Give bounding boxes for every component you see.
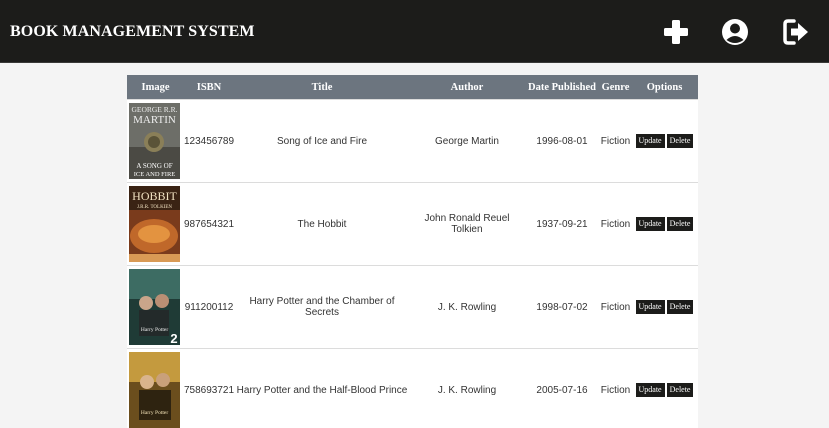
author-cell: J. K. Rowling — [410, 348, 524, 428]
cover-title-text: ICE AND FIRE — [134, 171, 176, 178]
table-row: GEORGE R.R. MARTIN A SONG OF ICE AND FIR… — [127, 99, 698, 183]
plus-icon[interactable] — [661, 17, 691, 47]
genre-cell: Fiction — [600, 182, 631, 266]
cover-author-text: GEORGE R.R. — [131, 105, 177, 114]
update-button[interactable]: Update — [635, 383, 665, 397]
column-header-author: Author — [410, 75, 524, 100]
app-title: BOOK MANAGEMENT SYSTEM — [10, 23, 255, 40]
delete-button[interactable]: Delete — [666, 300, 694, 314]
column-header-image: Image — [127, 75, 184, 100]
options-cell: Update Delete — [631, 182, 698, 266]
delete-button[interactable]: Delete — [666, 134, 694, 148]
title-cell: The Hobbit — [234, 182, 410, 266]
hobbit-cover: HOBBIT J.R.R. TOLKIEN — [129, 186, 180, 262]
date-published-cell: 1996-08-01 — [524, 99, 600, 183]
image-cell: GEORGE R.R. MARTIN A SONG OF ICE AND FIR… — [127, 99, 184, 183]
author-cell: J. K. Rowling — [410, 265, 524, 349]
genre-cell: Fiction — [600, 265, 631, 349]
cover-title-text: A SONG OF — [136, 162, 172, 170]
svg-text:2: 2 — [170, 331, 177, 345]
column-header-genre: Genre — [600, 75, 631, 100]
genre-cell: Fiction — [600, 348, 631, 428]
title-cell: Harry Potter and the Chamber of Secrets — [234, 265, 410, 349]
cover-author-text: J.R.R. TOLKIEN — [137, 205, 172, 210]
update-button[interactable]: Update — [635, 300, 665, 314]
image-cell: Harry Potter 2 — [127, 265, 184, 349]
update-button[interactable]: Update — [635, 134, 665, 148]
author-cell: George Martin — [410, 99, 524, 183]
cover-title-text: HOBBIT — [132, 189, 177, 203]
half-blood-prince-cover: Harry Potter — [129, 352, 180, 428]
logout-icon[interactable] — [781, 17, 811, 47]
date-published-cell: 1998-07-02 — [524, 265, 600, 349]
song-of-ice-and-fire-cover: GEORGE R.R. MARTIN A SONG OF ICE AND FIR… — [129, 103, 180, 179]
date-published-cell: 2005-07-16 — [524, 348, 600, 428]
genre-cell: Fiction — [600, 99, 631, 183]
column-header-date-published: Date Published — [524, 75, 600, 100]
cover-title-text: Harry Potter — [141, 410, 169, 416]
author-cell: John Ronald Reuel Tolkien — [410, 182, 524, 266]
options-cell: Update Delete — [631, 348, 698, 428]
update-button[interactable]: Update — [635, 217, 665, 231]
top-navbar: BOOK MANAGEMENT SYSTEM — [0, 0, 829, 63]
delete-button[interactable]: Delete — [666, 217, 694, 231]
isbn-cell: 911200112 — [184, 265, 234, 349]
image-cell: HOBBIT J.R.R. TOLKIEN — [127, 182, 184, 266]
cover-author-text: MARTIN — [133, 114, 176, 126]
title-cell: Harry Potter and the Half-Blood Prince — [234, 348, 410, 428]
column-header-isbn: ISBN — [184, 75, 234, 100]
isbn-cell: 123456789 — [184, 99, 234, 183]
options-cell: Update Delete — [631, 99, 698, 183]
table-row: HOBBIT J.R.R. TOLKIEN 987654321 The Hobb… — [127, 182, 698, 266]
column-header-title: Title — [234, 75, 410, 100]
table-row: Harry Potter 758693721 Harry Potter and … — [127, 348, 698, 428]
options-cell: Update Delete — [631, 265, 698, 349]
isbn-cell: 758693721 — [184, 348, 234, 428]
user-icon[interactable] — [720, 17, 750, 47]
image-cell: Harry Potter — [127, 348, 184, 428]
table-header-row: Image ISBN Title Author Date Published G… — [127, 75, 698, 100]
delete-button[interactable]: Delete — [666, 383, 694, 397]
title-cell: Song of Ice and Fire — [234, 99, 410, 183]
date-published-cell: 1937-09-21 — [524, 182, 600, 266]
table-row: Harry Potter 2 911200112 Harry Potter an… — [127, 265, 698, 349]
column-header-options: Options — [631, 75, 698, 100]
chamber-of-secrets-cover: Harry Potter 2 — [129, 269, 180, 345]
books-panel: Image ISBN Title Author Date Published G… — [127, 75, 698, 428]
isbn-cell: 987654321 — [184, 182, 234, 266]
cover-title-text: Harry Potter — [141, 327, 169, 333]
books-table: Image ISBN Title Author Date Published G… — [127, 75, 698, 428]
